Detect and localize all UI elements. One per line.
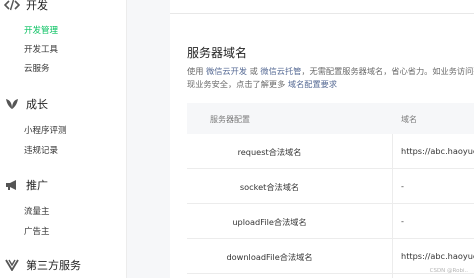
column-header-config: 服务器配置	[210, 115, 250, 124]
domain-table: 服务器配置 域名 request合法域名 https://abc.haoyuex…	[187, 103, 474, 274]
table-row: request合法域名 https://abc.haoyuex	[187, 134, 474, 169]
sidebar-section-label: 成长	[26, 98, 48, 111]
table-row: socket合法域名 -	[187, 169, 474, 204]
desc-text: ，无需配置服务器域名，省心省力。如业务访问要	[301, 66, 474, 76]
page-title: 服务器域名	[187, 46, 248, 60]
sidebar-section-promo[interactable]: 推广	[0, 176, 48, 194]
table-row: uploadFile合法域名 -	[187, 204, 474, 239]
sidebar-section-dev[interactable]: 开发	[0, 0, 48, 14]
row-value: -	[401, 181, 404, 191]
megaphone-icon	[3, 177, 21, 193]
row-label: socket合法域名	[239, 182, 300, 192]
desc-text: 使用	[187, 66, 204, 76]
sidebar-item-traffic[interactable]: 流量主	[24, 206, 50, 218]
section-description: 使用 微信云开发 或 微信云托管，无需配置服务器域名，省心省力。如业务访问要 现…	[187, 65, 474, 91]
row-value: https://abc.haoyuex	[401, 146, 474, 156]
sidebar-item-advertiser[interactable]: 广告主	[24, 226, 50, 238]
cloud-hosting-link[interactable]: 微信云托管	[260, 66, 301, 76]
row-label: downloadFile合法域名	[226, 252, 313, 262]
sidebar-section-label: 开发	[26, 0, 48, 12]
leaf-icon	[3, 96, 21, 112]
sidebar-item-review[interactable]: 小程序评测	[24, 125, 67, 137]
row-value: https://abc.haoyuex	[401, 251, 474, 261]
domain-requirements-link[interactable]: 域名配置要求	[288, 79, 337, 89]
sidebar: 开发 开发管理 开发工具 云服务 成长 小程序评测 违规记录 推广 流量主 广告…	[0, 0, 127, 278]
third-party-icon	[3, 257, 21, 273]
cloud-dev-link[interactable]: 微信云开发	[206, 66, 247, 76]
table-header: 服务器配置 域名	[187, 103, 474, 134]
row-label: uploadFile合法域名	[232, 217, 307, 227]
watermark: CSDN @Robi..	[429, 268, 468, 274]
column-divider	[392, 134, 393, 278]
desc-text: 现业务安全，点击了解更多	[187, 79, 286, 89]
column-header-domain: 域名	[401, 115, 417, 124]
sidebar-section-label: 推广	[26, 179, 48, 192]
desc-text: 或	[249, 66, 258, 76]
sidebar-item-cloud[interactable]: 云服务	[24, 63, 50, 75]
code-icon	[3, 0, 21, 13]
sidebar-item-dev-manage[interactable]: 开发管理	[24, 25, 58, 37]
row-value: -	[401, 216, 404, 226]
sidebar-item-dev-tools[interactable]: 开发工具	[24, 44, 58, 56]
sidebar-section-grow[interactable]: 成长	[0, 95, 48, 113]
row-label: request合法域名	[237, 147, 302, 157]
top-divider	[170, 0, 474, 14]
sidebar-section-label: 第三方服务	[26, 259, 81, 272]
sidebar-section-third[interactable]: 第三方服务	[0, 256, 81, 274]
sidebar-item-violations[interactable]: 违规记录	[24, 145, 58, 157]
